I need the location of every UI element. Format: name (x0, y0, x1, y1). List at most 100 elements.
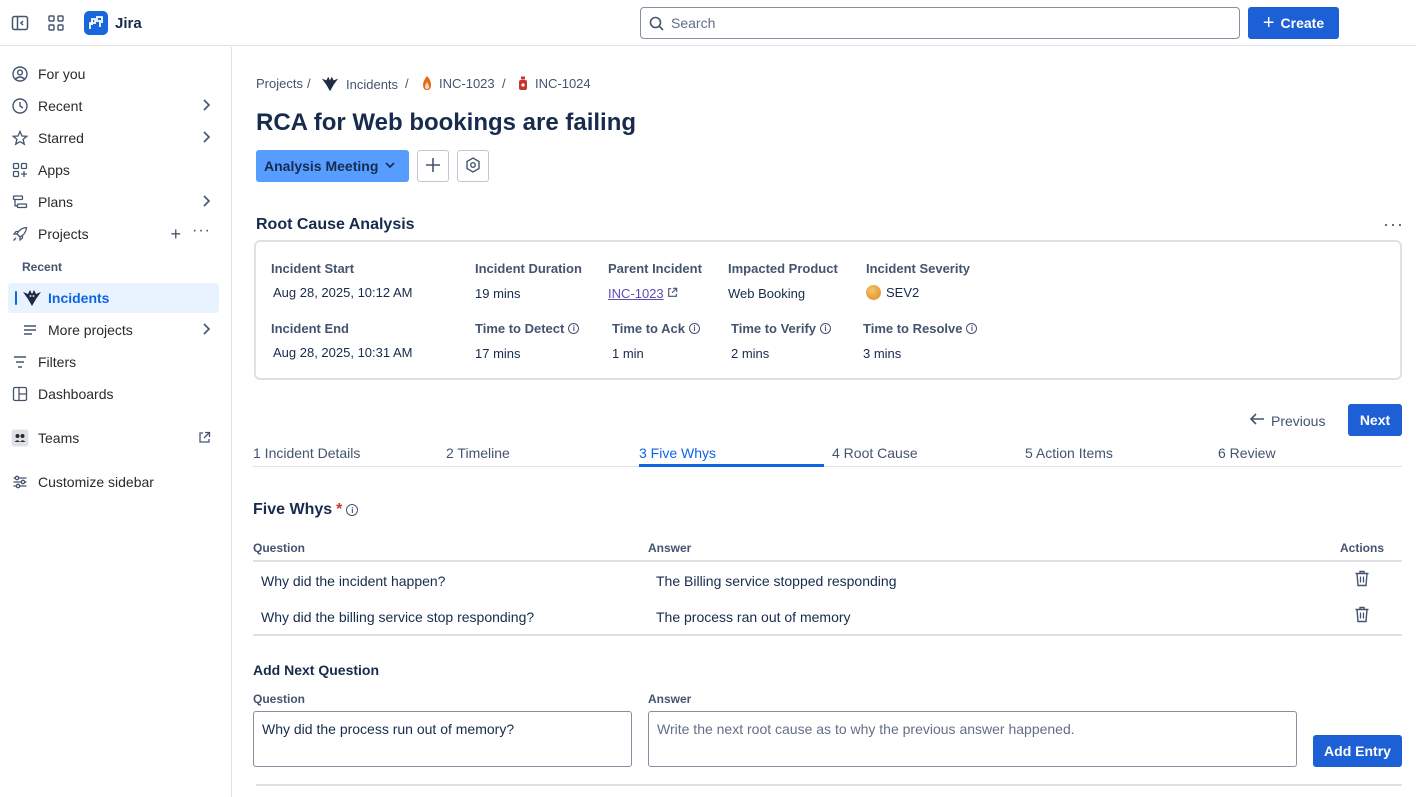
jira-logo[interactable]: Jira (84, 11, 142, 35)
more-options-icon[interactable]: ··· (192, 222, 211, 240)
table-bottom-divider (253, 634, 1402, 636)
sidebar-item-label: Incidents (48, 290, 110, 306)
trash-icon[interactable] (1354, 570, 1370, 588)
clock-icon (10, 96, 30, 116)
star-icon (10, 128, 30, 148)
filter-icon (10, 352, 30, 372)
column-header-answer: Answer (648, 541, 692, 555)
tab-root-cause[interactable]: 4 Root Cause (832, 445, 918, 461)
top-bar: Jira Search + Create (0, 0, 1416, 46)
info-icon[interactable]: i (346, 504, 359, 516)
rocket-icon (10, 224, 30, 244)
row-answer: The Billing service stopped responding (656, 573, 897, 589)
search-input[interactable]: Search (640, 7, 1240, 39)
meeting-label: Analysis Meeting (264, 158, 379, 174)
severity-dot-icon (866, 285, 881, 300)
more-options-icon[interactable]: ··· (1383, 214, 1404, 235)
time-to-resolve-value: 3 mins (863, 346, 902, 361)
table-header-divider (253, 560, 1402, 562)
tab-action-items[interactable]: 5 Action Items (1025, 445, 1113, 461)
sidebar-item-recent[interactable]: Recent (8, 91, 219, 121)
answer-field-label: Answer (648, 692, 692, 706)
sidebar-item-label: Customize sidebar (38, 474, 154, 490)
incident-end-label: Incident End (271, 321, 349, 336)
dashboard-icon (10, 384, 30, 404)
teams-icon (10, 428, 30, 448)
sidebar-item-label: Plans (38, 194, 74, 210)
time-to-resolve-label: Time to Resolve i (863, 321, 978, 336)
rca-heading: Root Cause Analysis (256, 216, 415, 233)
sidebar-item-label: More projects (48, 322, 133, 338)
add-project-icon[interactable]: + (170, 224, 181, 245)
severity-value: SEV2 (886, 285, 920, 300)
app-switcher-icon[interactable] (45, 12, 67, 34)
settings-button[interactable] (457, 150, 489, 182)
sidebar-item-label: Filters (38, 354, 77, 370)
chevron-right-icon (201, 322, 211, 339)
app-name: Jira (115, 14, 142, 32)
sidebar-item-dashboards[interactable]: Dashboards (8, 379, 219, 409)
incident-duration-value: 19 mins (475, 286, 521, 301)
column-header-question: Question (253, 541, 306, 555)
previous-button[interactable]: Previous (1249, 412, 1325, 429)
section-bottom-divider (256, 784, 1402, 786)
create-label: Create (1280, 15, 1325, 31)
info-icon[interactable]: i (688, 323, 700, 334)
plus-icon (425, 157, 441, 176)
active-indicator (15, 291, 17, 305)
breadcrumb-separator: / (405, 76, 409, 91)
parent-incident-link[interactable]: INC-1023 (608, 286, 678, 301)
sidebar-item-plans[interactable]: Plans (8, 187, 219, 217)
jira-logo-icon (84, 11, 108, 35)
tab-five-whys[interactable]: 3 Five Whys (639, 445, 716, 461)
sidebar-item-starred[interactable]: Starred (8, 123, 219, 153)
add-button[interactable] (417, 150, 449, 182)
sidebar-item-apps[interactable]: Apps (8, 155, 219, 185)
breadcrumb-projects[interactable]: Projects (256, 76, 303, 91)
chevron-right-icon (201, 194, 211, 211)
info-icon[interactable]: i (966, 323, 978, 334)
row-question: Why did the billing service stop respond… (261, 609, 535, 625)
tab-incident-details[interactable]: 1 Incident Details (253, 445, 360, 461)
trash-icon[interactable] (1354, 606, 1370, 624)
analysis-meeting-dropdown[interactable]: Analysis Meeting (256, 150, 409, 182)
sidebar-item-label: Teams (38, 430, 80, 446)
external-link-icon (198, 431, 211, 447)
create-button[interactable]: + Create (1248, 7, 1339, 39)
search-icon (649, 16, 664, 34)
sidebar-item-label: Starred (38, 130, 84, 146)
add-entry-button[interactable]: Add Entry (1313, 735, 1402, 767)
sidebar-toggle-icon[interactable] (9, 12, 31, 34)
row-answer: The process ran out of memory (656, 609, 851, 625)
sidebar-item-teams[interactable]: Teams (8, 423, 219, 453)
sidebar-item-customize[interactable]: Customize sidebar (8, 467, 219, 497)
alarm-icon (519, 76, 527, 90)
tab-review[interactable]: 6 Review (1218, 445, 1276, 461)
column-header-actions: Actions (1340, 541, 1385, 555)
sidebar-item-filters[interactable]: Filters (8, 347, 219, 377)
arrow-left-icon (1249, 412, 1265, 429)
impacted-product-label: Impacted Product (728, 261, 838, 276)
info-icon[interactable]: i (820, 323, 832, 334)
sidebar: For you Recent Starred Apps Plans Projec… (0, 47, 232, 797)
sidebar-item-more-projects[interactable]: More projects (8, 315, 219, 345)
answer-input[interactable]: Write the next root cause as to why the … (648, 711, 1297, 767)
sidebar-item-projects[interactable]: Projects + ··· (8, 219, 219, 249)
apps-icon (10, 160, 30, 180)
add-next-heading: Add Next Question (253, 662, 380, 678)
info-icon[interactable]: i (568, 323, 580, 334)
external-link-icon (667, 286, 678, 301)
sidebar-item-for-you[interactable]: For you (8, 59, 219, 89)
sidebar-item-incidents[interactable]: Incidents (8, 283, 219, 313)
tab-divider (253, 466, 1402, 467)
breadcrumb-parent-incident[interactable]: INC-1023 (420, 75, 495, 91)
severity-value-group: SEV2 (866, 285, 919, 300)
tab-timeline[interactable]: 2 Timeline (446, 445, 510, 461)
question-input[interactable]: Why did the process run out of memory? (253, 711, 632, 767)
breadcrumb-incidents[interactable]: Incidents (321, 75, 398, 93)
breadcrumb-current[interactable]: INC-1024 (516, 75, 591, 91)
chevron-right-icon (201, 130, 211, 147)
next-button[interactable]: Next (1348, 404, 1402, 436)
sidebar-item-label: For you (38, 66, 86, 82)
parent-incident-value: INC-1023 (608, 286, 664, 301)
